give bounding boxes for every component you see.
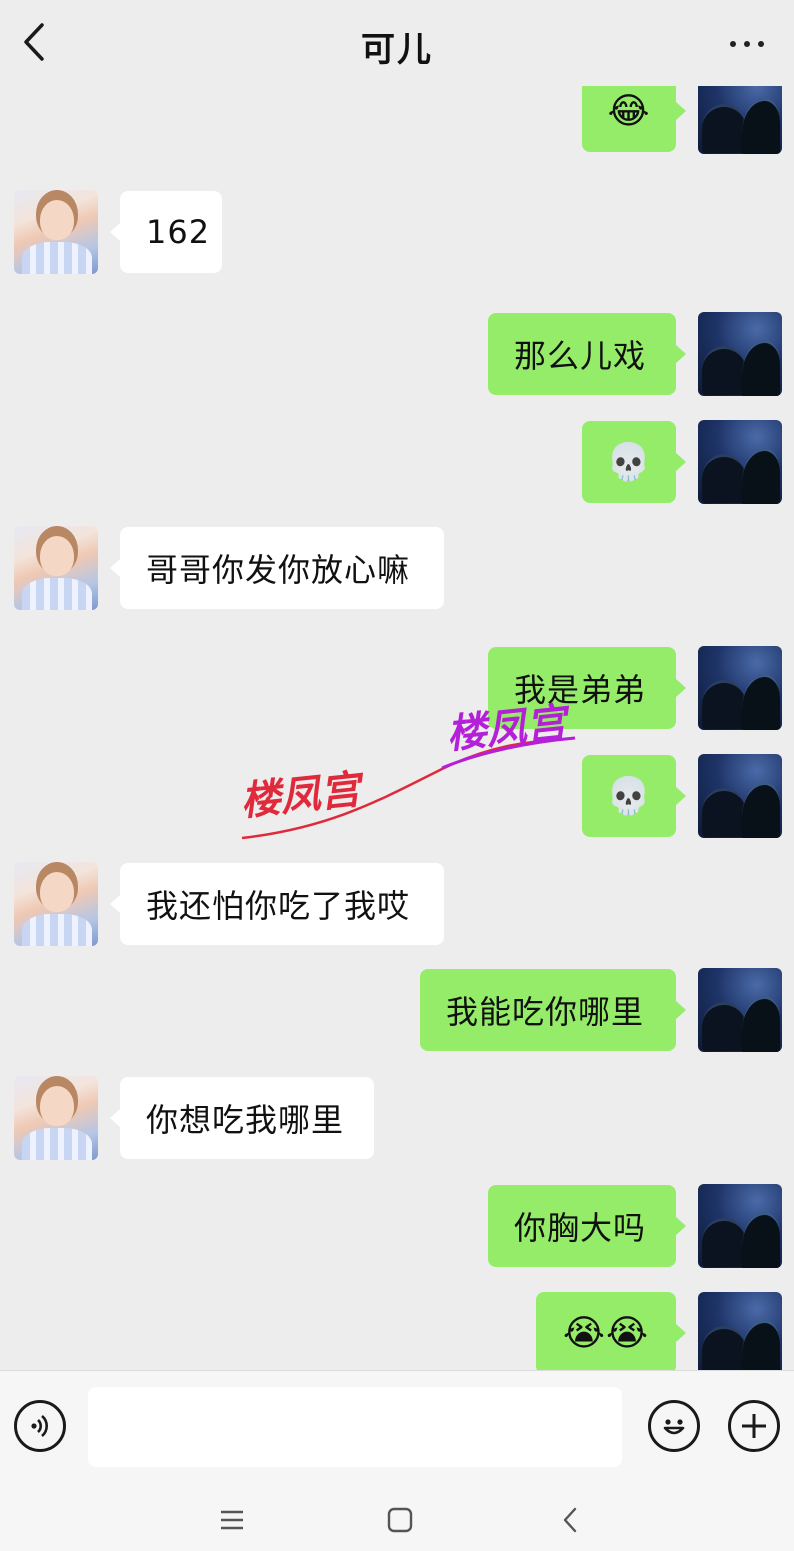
watermark-line xyxy=(241,736,576,840)
chat-header: 可儿 xyxy=(0,0,794,86)
more-options-button[interactable] xyxy=(722,22,772,66)
chat-title: 可儿 xyxy=(361,30,433,70)
more-icon xyxy=(726,41,768,47)
